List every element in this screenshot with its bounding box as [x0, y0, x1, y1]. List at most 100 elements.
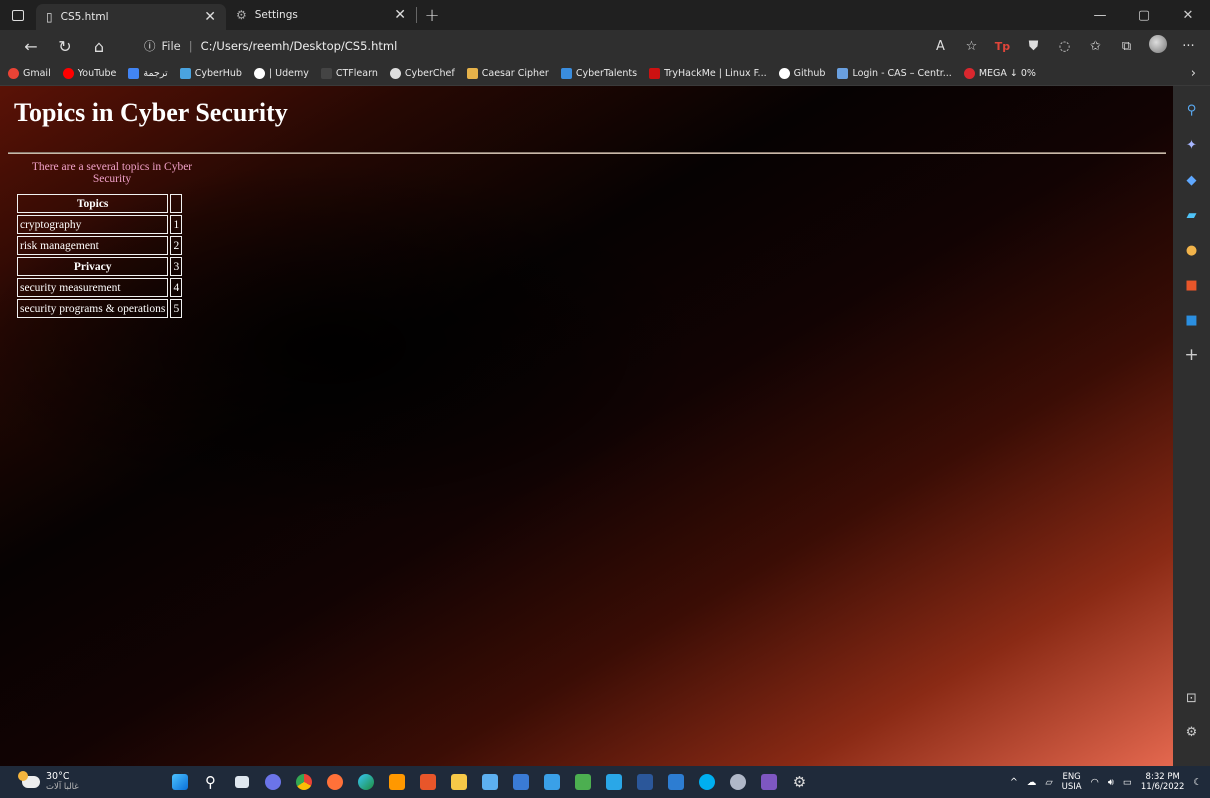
language-indicator[interactable]: ENG USIA — [1062, 772, 1082, 792]
onedrive-icon[interactable]: ☁ — [1027, 777, 1037, 788]
flag-icon[interactable] — [567, 766, 598, 798]
remote-desktop-icon[interactable] — [598, 766, 629, 798]
bookmark-gmail[interactable]: Gmail — [8, 68, 51, 79]
photos-icon[interactable] — [660, 766, 691, 798]
bookmark-tryhackme[interactable]: TryHackMe | Linux F... — [649, 68, 767, 79]
close-tab-icon[interactable]: ✕ — [204, 9, 216, 25]
extension-tp-icon[interactable]: Tp — [987, 40, 1018, 53]
edge-icon[interactable] — [350, 766, 381, 798]
address-bar[interactable]: ⓘ File | C:/Users/reemh/Desktop/CS5.html — [132, 33, 872, 59]
bookmark-translate[interactable]: ترجمة — [128, 68, 168, 79]
mail-icon[interactable] — [536, 766, 567, 798]
new-tab-button[interactable]: + — [417, 5, 447, 26]
bookmark-label: Login - CAS – Centr... — [852, 68, 952, 79]
close-tab-icon[interactable]: ✕ — [394, 7, 406, 23]
table-row: security programs & operations 5 — [17, 299, 183, 318]
office-icon[interactable]: ■ — [1182, 275, 1202, 295]
minimize-button[interactable]: — — [1078, 0, 1122, 30]
table-cell-label: security programs & operations — [17, 299, 169, 318]
read-aloud-icon[interactable]: A — [925, 39, 956, 54]
weather-widget[interactable]: 30°C غالبا آلات — [0, 771, 170, 792]
bookmark-ctflearn[interactable]: CTFlearn — [320, 68, 378, 79]
tab-actions-icon — [12, 9, 24, 21]
chevron-up-icon[interactable]: ^ — [1010, 777, 1018, 788]
tab-cs5[interactable]: ▯ CS5.html ✕ — [36, 4, 226, 30]
skype-icon[interactable] — [691, 766, 722, 798]
tab-title: CS5.html — [60, 11, 109, 23]
bookmark-login-cas[interactable]: Login - CAS – Centr... — [837, 68, 952, 79]
hide-sidebar-icon[interactable]: ⊡ — [1182, 688, 1202, 708]
close-window-button[interactable]: ✕ — [1166, 0, 1210, 30]
copilot-icon[interactable]: ✦ — [1182, 135, 1202, 155]
task-view-icon[interactable] — [226, 766, 257, 798]
wifi-icon[interactable]: ◠ — [1091, 777, 1099, 788]
cyberhub-icon — [179, 68, 191, 79]
bookmark-udemy[interactable]: | Udemy — [253, 68, 309, 79]
word-icon[interactable] — [629, 766, 660, 798]
keyboard-layout: USIA — [1061, 782, 1082, 792]
cyberchef-icon — [389, 68, 401, 79]
restore-button[interactable]: ▢ — [1122, 0, 1166, 30]
calculator-icon[interactable] — [505, 766, 536, 798]
tools-icon[interactable]: ▰ — [1182, 205, 1202, 225]
notepad-icon[interactable] — [474, 766, 505, 798]
bookmark-github[interactable]: Github — [778, 68, 825, 79]
outlook-icon[interactable]: ■ — [1182, 310, 1202, 330]
clock-time: 8:32 PM — [1145, 772, 1180, 782]
chrome-icon[interactable] — [288, 766, 319, 798]
sublime-icon[interactable] — [381, 766, 412, 798]
add-icon[interactable]: + — [1182, 345, 1202, 365]
firefox-icon[interactable] — [319, 766, 350, 798]
search-icon[interactable]: ⚲ — [1182, 100, 1202, 120]
shield-extension-icon[interactable]: ⛊ — [1018, 39, 1049, 54]
bookmark-label: | Udemy — [268, 68, 309, 79]
battery-icon[interactable]: ▭ — [1123, 777, 1132, 788]
extensions-icon[interactable]: ◌ — [1049, 39, 1080, 54]
weather-temp: 30°C — [46, 771, 70, 782]
notifications-icon[interactable]: ☾ — [1193, 777, 1202, 788]
url-text[interactable]: C:/Users/reemh/Desktop/CS5.html — [201, 39, 398, 53]
more-menu-icon[interactable]: ··· — [1173, 39, 1204, 54]
topics-header: Topics — [17, 194, 169, 213]
tab-actions-button[interactable] — [0, 0, 36, 30]
chat-icon[interactable] — [257, 766, 288, 798]
back-button[interactable]: ← — [14, 30, 48, 62]
collections-icon[interactable]: ⧉ — [1111, 39, 1142, 54]
bookmark-mega[interactable]: MEGA ↓ 0% — [963, 68, 1036, 79]
file-explorer-icon[interactable] — [443, 766, 474, 798]
search-icon[interactable]: ⚲ — [195, 766, 226, 798]
table-cell-label: cryptography — [17, 215, 169, 234]
bookmark-youtube[interactable]: YouTube — [62, 68, 116, 79]
start-button[interactable] — [164, 766, 195, 798]
office-icon[interactable] — [412, 766, 443, 798]
mega-icon — [963, 68, 975, 79]
favorites-icon[interactable]: ✩ — [1080, 39, 1111, 54]
settings-gear-icon[interactable]: ⚙ — [1182, 722, 1202, 742]
network-icon[interactable]: ▱ — [1045, 777, 1052, 788]
tab-strip: ▯ CS5.html ✕ ⚙ Settings ✕ + — ▢ ✕ — [0, 0, 1210, 30]
settings-gear-icon[interactable]: ⚙ — [784, 766, 815, 798]
chevron-right-icon[interactable]: › — [1191, 66, 1196, 81]
weather-icon — [18, 771, 40, 788]
app-icon[interactable] — [722, 766, 753, 798]
home-button[interactable]: ⌂ — [82, 30, 116, 62]
bookmark-label: CTFlearn — [335, 68, 378, 79]
shopping-tag-icon[interactable]: ◆ — [1182, 170, 1202, 190]
ctflearn-icon — [320, 68, 332, 79]
clock[interactable]: 8:32 PM 11/6/2022 — [1141, 772, 1185, 792]
games-icon[interactable]: ● — [1182, 240, 1202, 260]
bookmark-caesar-cipher[interactable]: Caesar Cipher — [466, 68, 549, 79]
bookmark-cyberchef[interactable]: CyberChef — [389, 68, 455, 79]
tab-settings[interactable]: ⚙ Settings ✕ — [226, 0, 416, 30]
info-icon[interactable]: ⓘ — [144, 38, 156, 54]
favorite-star-icon[interactable]: ☆ — [956, 39, 987, 54]
volume-icon[interactable]: 🔊︎ — [1108, 777, 1114, 788]
table-row: security measurement 4 — [17, 278, 183, 297]
profile-avatar[interactable] — [1142, 35, 1173, 57]
bookmark-cyberhub[interactable]: CyberHub — [179, 68, 242, 79]
bookmark-cybertalents[interactable]: CyberTalents — [560, 68, 637, 79]
refresh-button[interactable]: ↻ — [48, 30, 82, 62]
table-cell-label: security measurement — [17, 278, 169, 297]
media-icon[interactable] — [753, 766, 784, 798]
table-cell-num: 5 — [170, 299, 183, 318]
